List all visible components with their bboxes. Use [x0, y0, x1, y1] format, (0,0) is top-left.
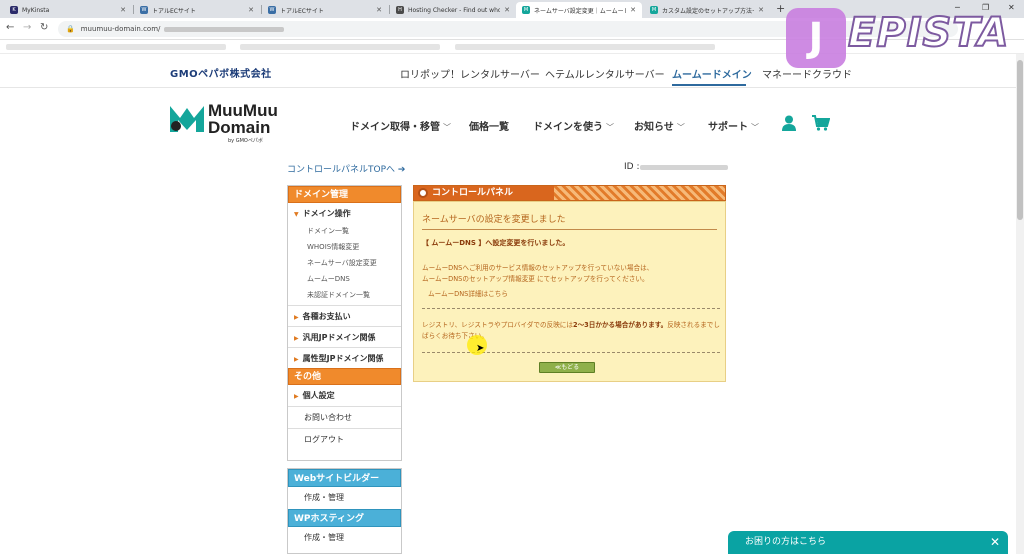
sidebar-sub-domain-list[interactable]: ドメイン一覧	[288, 223, 401, 239]
back-button[interactable]: ≪もどる	[539, 362, 595, 373]
tab-label: ネームサーバ設定変更｜ムームードメイ	[534, 7, 626, 15]
tab-label: トアルECサイト	[152, 7, 196, 15]
sidebar-section-other: その他	[288, 368, 401, 385]
chevron-down-icon: ﹀	[751, 123, 759, 132]
tab-label: Hosting Checker - Find out who i	[408, 6, 501, 14]
heteml-link[interactable]: ヘテムルレンタルサーバー	[545, 66, 665, 81]
nav-price-list[interactable]: 価格一覧	[469, 118, 509, 133]
tab-label: MyKinsta	[22, 6, 50, 14]
close-icon[interactable]: ✕	[758, 6, 764, 14]
wordpress-favicon-icon: W	[140, 6, 148, 14]
lock-icon: 🔒	[66, 25, 75, 33]
nav-news[interactable]: お知らせ ﹀	[634, 118, 685, 133]
triangle-down-icon: ▼	[294, 211, 299, 218]
muumuu-domain-link[interactable]: ムームードメイン	[672, 66, 752, 81]
close-icon[interactable]: ✕	[504, 6, 510, 14]
gmo-group-bar: GMOペパボ株式会社 ロリポップ！レンタルサーバー ヘテムルレンタルサーバー ム…	[0, 54, 1024, 88]
id-label: ID :	[624, 162, 640, 172]
setup-note: ムームーDNSへご利用のサービス情報のセットアップを行っていない場合は、 ムーム…	[422, 264, 654, 283]
gear-icon	[418, 188, 428, 198]
back-arrow-icon[interactable]: ←	[6, 22, 14, 33]
sidebar-item-domain-ops[interactable]: ▼ ドメイン操作	[288, 203, 401, 223]
chevron-down-icon: ﹀	[676, 123, 685, 132]
tab-nameserver-settings[interactable]: M ネームサーバ設定変更｜ムームードメイ ✕	[516, 2, 642, 18]
control-panel-body: ネームサーバの設定を変更しました 【 ムームーDNS 】へ設定変更を行いました。…	[413, 201, 726, 382]
nav-use-domain[interactable]: ドメインを使う ﹀	[533, 118, 614, 133]
sidebar-section-site-builder: Webサイトビルダー	[288, 469, 401, 487]
close-icon[interactable]: ✕	[120, 6, 126, 14]
sidebar-section-domain-mgmt: ドメイン管理	[288, 186, 401, 203]
kinsta-favicon-icon: K	[10, 6, 18, 14]
success-message: 【 ムームーDNS 】へ設定変更を行いました。	[422, 239, 570, 247]
jepista-logo-mark: J	[786, 8, 846, 68]
muumuu-favicon-icon: M	[522, 6, 530, 14]
help-widget[interactable]: お困りの方はこちら ✕	[728, 531, 1008, 554]
close-icon[interactable]: ✕	[990, 531, 1000, 554]
hosting-checker-favicon-icon: H	[396, 6, 404, 14]
cart-icon[interactable]	[812, 115, 830, 131]
chevron-down-icon: ﹀	[443, 123, 451, 132]
control-panel-top-link[interactable]: コントロールパネルTOPへ ➔	[287, 162, 405, 175]
muumuu-logo-text[interactable]: MuuMuu Domain	[208, 102, 278, 136]
jepista-logo-text: EPISTA	[847, 9, 1010, 57]
control-panel-sidebar: ドメイン管理 ▼ ドメイン操作 ドメイン一覧 WHOIS情報変更 ネームサーバ設定…	[287, 185, 402, 461]
money-cloud-link[interactable]: マネーードクラウド	[762, 66, 852, 81]
close-icon[interactable]: ✕	[376, 6, 382, 14]
forward-arrow-icon[interactable]: →	[23, 22, 31, 33]
sidebar-item-builder-manage[interactable]: 作成・管理	[288, 487, 401, 509]
sidebar-item-contact[interactable]: お問い合わせ	[288, 406, 401, 428]
sidebar-sub-nameserver[interactable]: ネームサーバ設定変更	[288, 255, 401, 271]
tab-ec-site-1[interactable]: W トアルECサイト ✕	[134, 2, 260, 18]
tab-label: カスタム設定のセットアップ方法ーム	[662, 7, 755, 15]
muumuu-logo-sub: by GMOペパボ	[228, 138, 263, 144]
close-icon[interactable]: ✕	[248, 6, 254, 14]
reload-icon[interactable]: ↻	[40, 22, 48, 33]
sidebar-item-attribute-jp[interactable]: ▶ 属性型JPドメイン関係	[288, 347, 401, 368]
sidebar-sub-whois[interactable]: WHOIS情報変更	[288, 239, 401, 255]
mouse-cursor-icon: ➤	[476, 343, 485, 354]
services-sidebar: Webサイトビルダー 作成・管理 WPホスティング 作成・管理	[287, 468, 402, 554]
dns-details-link[interactable]: ムームーDNS詳細はこちら	[428, 288, 508, 298]
chevron-down-icon: ﹀	[606, 123, 614, 132]
nav-domain-acquire[interactable]: ドメイン取得・移管 ﹀	[350, 118, 451, 133]
url-redacted	[164, 26, 285, 32]
tab-mykinsta[interactable]: K MyKinsta ✕	[4, 2, 132, 18]
propagation-warning: レジストリ、レジストラやプロバイダでの反映には2～3日かかる場合があります。反映…	[422, 321, 720, 340]
triangle-right-icon: ▶	[294, 335, 299, 342]
sidebar-item-general-jp[interactable]: ▶ 汎用JPドメイン関係	[288, 326, 401, 347]
close-icon[interactable]: ✕	[630, 6, 636, 14]
sidebar-item-payments[interactable]: ▶ 各種お支払い	[288, 305, 401, 326]
sidebar-sub-muumuu-dns[interactable]: ムームーDNS	[288, 271, 401, 287]
tab-label: トアルECサイト	[280, 7, 324, 15]
tab-hosting-checker[interactable]: H Hosting Checker - Find out who i ✕	[390, 2, 516, 18]
help-widget-label: お困りの方はこちら	[745, 537, 827, 547]
triangle-right-icon: ▶	[294, 393, 299, 400]
sidebar-sub-unverified[interactable]: 未認証ドメイン一覧	[288, 287, 401, 305]
tab-ec-site-2[interactable]: W トアルECサイト ✕	[262, 2, 388, 18]
muumuu-logo-icon[interactable]	[170, 102, 204, 132]
gmo-pepabo-logo[interactable]: GMOペパボ株式会社	[170, 65, 272, 80]
new-tab-button[interactable]: +	[776, 2, 785, 15]
triangle-right-icon: ▶	[294, 314, 299, 321]
nav-support[interactable]: サポート ﹀	[708, 118, 759, 133]
panel-header-title: コントロールパネル	[414, 186, 554, 200]
divider	[422, 308, 720, 309]
scrollbar-thumb[interactable]	[1017, 60, 1023, 220]
user-icon[interactable]	[782, 115, 796, 131]
sidebar-item-personal-settings[interactable]: ▶ 個人設定	[288, 385, 401, 406]
muumuu-favicon-icon: M	[650, 6, 658, 14]
control-panel-header: コントロールパネル	[413, 185, 726, 201]
sidebar-section-wp-hosting: WPホスティング	[288, 509, 401, 527]
divider	[422, 352, 720, 353]
wordpress-favicon-icon: W	[268, 6, 276, 14]
url-text: muumuu-domain.com/	[80, 25, 161, 33]
tab-custom-setup[interactable]: M カスタム設定のセットアップ方法ーム ✕	[644, 2, 770, 18]
sidebar-item-wp-manage[interactable]: 作成・管理	[288, 527, 401, 549]
sidebar-item-logout[interactable]: ログアウト	[288, 428, 401, 450]
active-link-underline	[672, 84, 746, 86]
id-value-redacted	[640, 165, 728, 170]
page-title: ネームサーバの設定を変更しました	[422, 212, 717, 230]
lolipop-link[interactable]: ロリポップ！レンタルサーバー	[400, 66, 540, 81]
triangle-right-icon: ▶	[294, 356, 299, 363]
